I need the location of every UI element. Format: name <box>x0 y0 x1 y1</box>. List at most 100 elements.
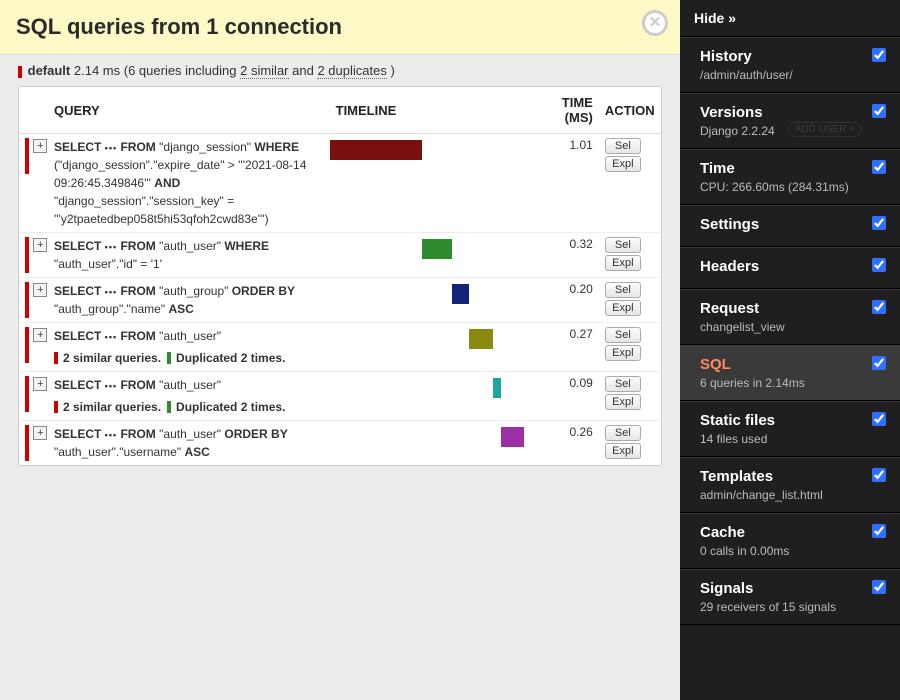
row-color-strip <box>19 323 27 372</box>
sidebar-item-static-files[interactable]: Static files14 files used <box>680 401 900 457</box>
expl-button[interactable]: Expl <box>605 300 641 316</box>
expand-button[interactable]: + <box>33 238 47 252</box>
sidebar-item-subtitle: changelist_view <box>700 320 860 334</box>
timeline-cell <box>330 421 527 466</box>
sidebar-item-title: Templates <box>700 468 860 485</box>
sel-button[interactable]: Sel <box>605 138 641 154</box>
table-row: +SELECT FROM "django_session" WHERE ("dj… <box>19 134 661 233</box>
sel-button[interactable]: Sel <box>605 237 641 253</box>
sidebar-item-toggle[interactable] <box>872 580 886 594</box>
timeline-cell <box>330 323 527 372</box>
sidebar-item-subtitle: CPU: 266.60ms (284.31ms) <box>700 180 860 194</box>
sidebar-item-title: Request <box>700 300 860 317</box>
expl-button[interactable]: Expl <box>605 255 641 271</box>
table-row: +SELECT FROM "auth_user" ORDER BY "auth_… <box>19 421 661 466</box>
sidebar-item-settings[interactable]: Settings <box>680 205 900 247</box>
expand-button[interactable]: + <box>33 328 47 342</box>
sidebar-item-toggle[interactable] <box>872 216 886 230</box>
close-icon[interactable]: ✕ <box>642 10 668 36</box>
expand-button[interactable]: + <box>33 139 47 153</box>
sidebar-item-toggle[interactable] <box>872 300 886 314</box>
sidebar-item-toggle[interactable] <box>872 258 886 272</box>
sidebar-item-request[interactable]: Request changelist_view <box>680 289 900 345</box>
sidebar-item-toggle[interactable] <box>872 412 886 426</box>
action-cell: Sel Expl <box>599 323 661 372</box>
similar-note: 2 similar queries. <box>54 400 161 414</box>
expand-button[interactable]: + <box>33 377 47 391</box>
and-word: and <box>292 63 317 78</box>
connection-total-time: 2.14 ms <box>74 63 120 78</box>
time-cell: 0.32 <box>526 233 598 278</box>
sidebar-item-sql[interactable]: SQL6 queries in 2.14ms <box>680 345 900 401</box>
sql-table-container: QUERY TIMELINE TIME (MS) ACTION +SELECT … <box>18 86 662 466</box>
expl-button[interactable]: Expl <box>605 443 641 459</box>
time-cell: 1.01 <box>526 134 598 233</box>
expl-button[interactable]: Expl <box>605 156 641 172</box>
sidebar-item-history[interactable]: History/admin/auth/user/ <box>680 37 900 93</box>
similar-note: 2 similar queries. <box>54 351 161 365</box>
similar-link[interactable]: 2 similar <box>240 63 288 79</box>
hide-button[interactable]: Hide » <box>680 0 900 37</box>
timeline-bar <box>330 140 422 160</box>
connection-name: default <box>28 63 71 78</box>
query-cell: SELECT FROM "auth_group" ORDER BY "auth_… <box>48 278 330 323</box>
time-cell: 0.27 <box>526 323 598 372</box>
table-row: +SELECT FROM "auth_user"2 similar querie… <box>19 372 661 421</box>
col-timeline: TIMELINE <box>330 87 527 134</box>
sidebar-item-toggle[interactable] <box>872 48 886 62</box>
action-cell: Sel Expl <box>599 372 661 421</box>
query-cell: SELECT FROM "auth_user" WHERE "auth_user… <box>48 233 330 278</box>
sidebar-item-signals[interactable]: Signals29 receivers of 15 signals <box>680 569 900 625</box>
expand-button[interactable]: + <box>33 283 47 297</box>
expand-button[interactable]: + <box>33 426 47 440</box>
action-cell: Sel Expl <box>599 421 661 466</box>
col-action: ACTION <box>599 87 661 134</box>
expand-cell: + <box>27 134 48 233</box>
sidebar-item-subtitle: /admin/auth/user/ <box>700 68 860 82</box>
table-row: +SELECT FROM "auth_group" ORDER BY "auth… <box>19 278 661 323</box>
sidebar-item-title: Versions <box>700 104 860 121</box>
time-cell: 0.20 <box>526 278 598 323</box>
timeline-bar <box>501 427 525 447</box>
query-cell: SELECT FROM "auth_user"2 similar queries… <box>48 323 330 372</box>
table-row: +SELECT FROM "auth_user" WHERE "auth_use… <box>19 233 661 278</box>
sidebar-item-time[interactable]: TimeCPU: 266.60ms (284.31ms) <box>680 149 900 205</box>
sidebar-item-subtitle: Django 2.2.24 <box>700 124 860 138</box>
sidebar-item-subtitle: admin/change_list.html <box>700 488 860 502</box>
sidebar-item-toggle[interactable] <box>872 104 886 118</box>
timeline-cell <box>330 278 527 323</box>
sidebar-item-toggle[interactable] <box>872 356 886 370</box>
timeline-bar <box>452 284 470 304</box>
row-color-strip <box>19 134 27 233</box>
query-cell: SELECT FROM "auth_user"2 similar queries… <box>48 372 330 421</box>
timeline-cell <box>330 134 527 233</box>
timeline-bar <box>469 329 493 349</box>
sidebar-item-toggle[interactable] <box>872 160 886 174</box>
sidebar-item-toggle[interactable] <box>872 468 886 482</box>
sidebar-item-subtitle: 6 queries in 2.14ms <box>700 376 860 390</box>
duplicate-note: Duplicated 2 times. <box>167 351 285 365</box>
expl-button[interactable]: Expl <box>605 394 641 410</box>
sidebar-item-headers[interactable]: Headers <box>680 247 900 289</box>
sidebar-item-title: Cache <box>700 524 860 541</box>
expl-button[interactable]: Expl <box>605 345 641 361</box>
query-cell: SELECT FROM "django_session" WHERE ("dja… <box>48 134 330 233</box>
debug-toolbar-sidebar[interactable]: Hide » History/admin/auth/user/Versions D… <box>680 0 900 700</box>
sidebar-item-versions[interactable]: VersionsDjango 2.2.24ADD USER + <box>680 93 900 149</box>
expand-cell: + <box>27 278 48 323</box>
sel-button[interactable]: Sel <box>605 376 641 392</box>
sel-button[interactable]: Sel <box>605 327 641 343</box>
query-cell: SELECT FROM "auth_user" ORDER BY "auth_u… <box>48 421 330 466</box>
sidebar-item-title: History <box>700 48 860 65</box>
sidebar-item-subtitle: 0 calls in 0.00ms <box>700 544 860 558</box>
sel-button[interactable]: Sel <box>605 425 641 441</box>
sidebar-item-templates[interactable]: Templates admin/change_list.html <box>680 457 900 513</box>
sel-button[interactable]: Sel <box>605 282 641 298</box>
sidebar-item-toggle[interactable] <box>872 524 886 538</box>
timeline-bar <box>493 378 501 398</box>
duplicates-link[interactable]: 2 duplicates <box>317 63 386 79</box>
time-cell: 0.26 <box>526 421 598 466</box>
sidebar-item-cache[interactable]: Cache 0 calls in 0.00ms <box>680 513 900 569</box>
connection-summary: default 2.14 ms (6 queries including 2 s… <box>0 55 680 86</box>
sidebar-item-title: Signals <box>700 580 860 597</box>
